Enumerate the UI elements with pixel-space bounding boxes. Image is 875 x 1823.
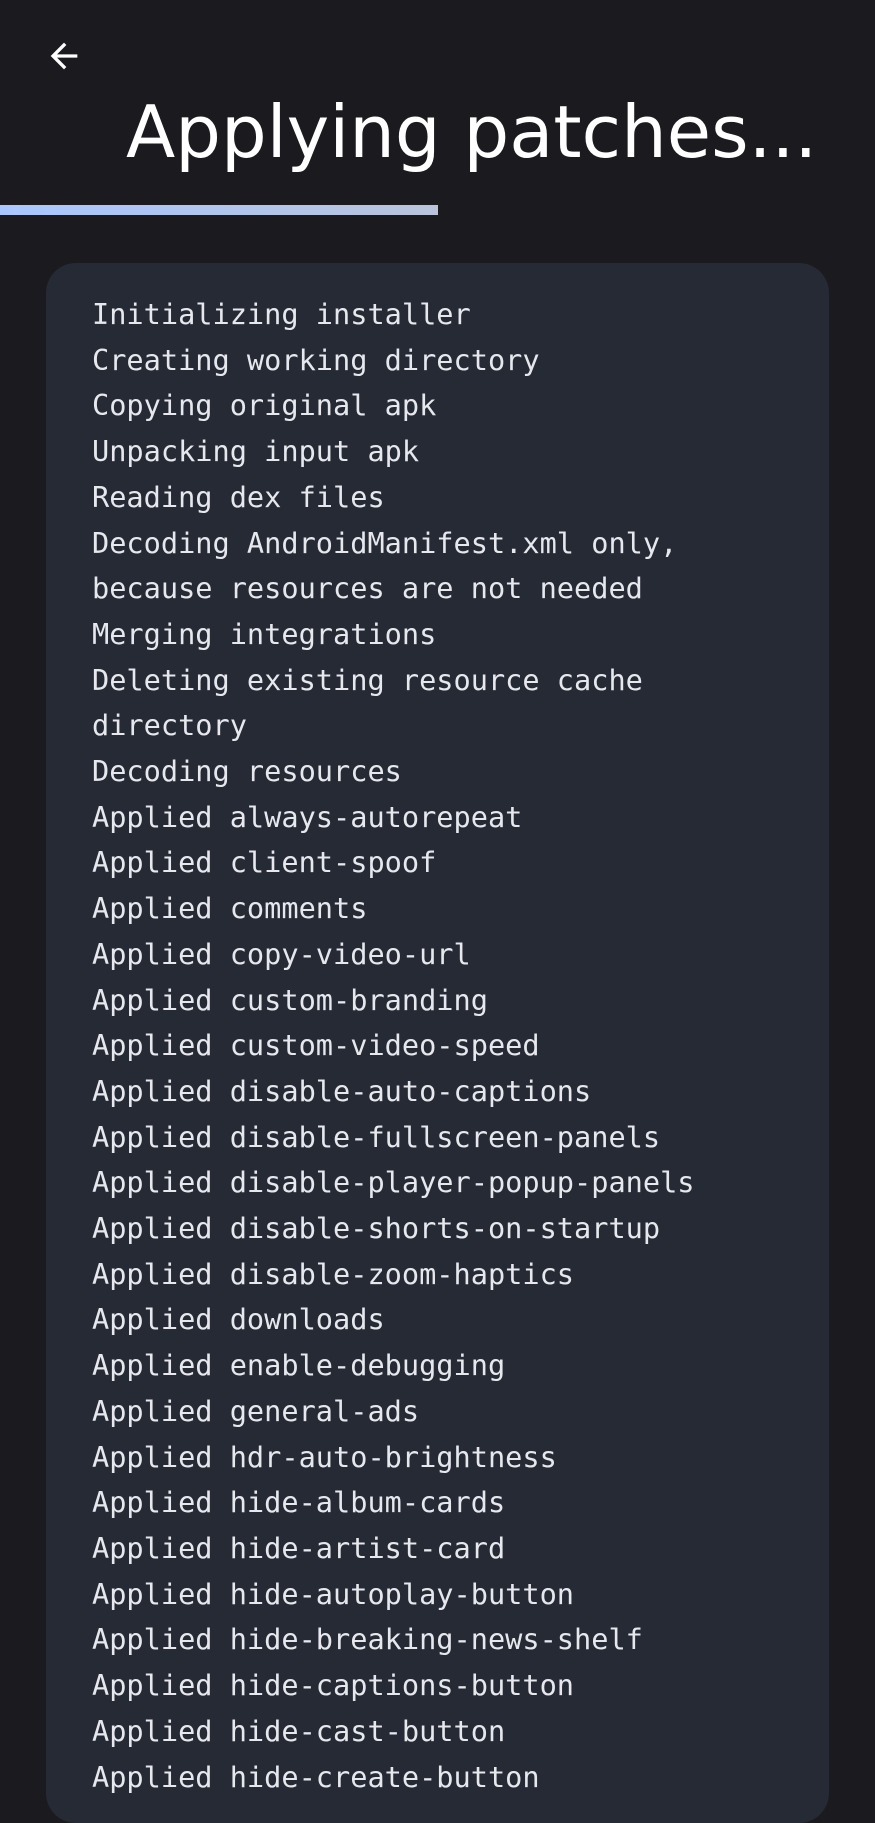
log-line: Applied custom-video-speed (92, 1028, 540, 1063)
log-line: Applied hide-breaking-news-shelf (92, 1622, 643, 1657)
log-line: Decoding resources (92, 754, 402, 789)
log-line: Applied hdr-auto-brightness (92, 1439, 557, 1474)
log-line: directory (92, 708, 247, 743)
log-line: Applied hide-captions-button (92, 1668, 575, 1703)
log-line: Applied disable-zoom-haptics (92, 1256, 575, 1291)
log-line: Creating working directory (92, 342, 540, 377)
log-line: Reading dex files (92, 479, 385, 514)
log-line: Copying original apk (92, 388, 437, 423)
log-line: Applied hide-cast-button (92, 1713, 506, 1748)
log-line: Decoding AndroidManifest.xml only, (92, 525, 678, 560)
arrow-back-icon (50, 42, 78, 70)
page-title: Applying patches... (126, 90, 818, 174)
log-line: Merging integrations (92, 616, 437, 651)
log-line: Applied hide-create-button (92, 1759, 540, 1794)
log-line: Initializing installer (92, 297, 471, 331)
log-line: Applied custom-branding (92, 982, 488, 1017)
back-button[interactable] (28, 20, 100, 92)
top-app-bar: Applying patches... (0, 0, 875, 206)
log-line: Applied disable-fullscreen-panels (92, 1119, 661, 1154)
progress-bar-fill (0, 205, 438, 215)
log-line: Applied hide-album-cards (92, 1485, 506, 1520)
log-line: Applied client-spoof (92, 845, 437, 880)
log-line: Applied general-ads (92, 1393, 420, 1428)
log-line: Applied disable-shorts-on-startup (92, 1211, 661, 1246)
log-line: because resources are not needed (92, 571, 643, 606)
log-line: Unpacking input apk (92, 434, 420, 469)
log-line: Deleting existing resource cache (92, 662, 643, 697)
log-line: Applied enable-debugging (92, 1348, 506, 1383)
log-line: Applied comments (92, 891, 368, 926)
progress-bar (0, 205, 875, 215)
log-output-card: Initializing installer Creating working d… (46, 263, 829, 1823)
log-line: Applied hide-artist-card (92, 1530, 506, 1565)
log-line: Applied always-autorepeat (92, 799, 523, 834)
log-line: Applied copy-video-url (92, 936, 471, 971)
log-line: Applied downloads (92, 1302, 385, 1337)
log-line: Applied disable-player-popup-panels (92, 1165, 695, 1200)
log-line: Applied disable-auto-captions (92, 1073, 592, 1108)
log-line: Applied hide-autoplay-button (92, 1576, 575, 1611)
